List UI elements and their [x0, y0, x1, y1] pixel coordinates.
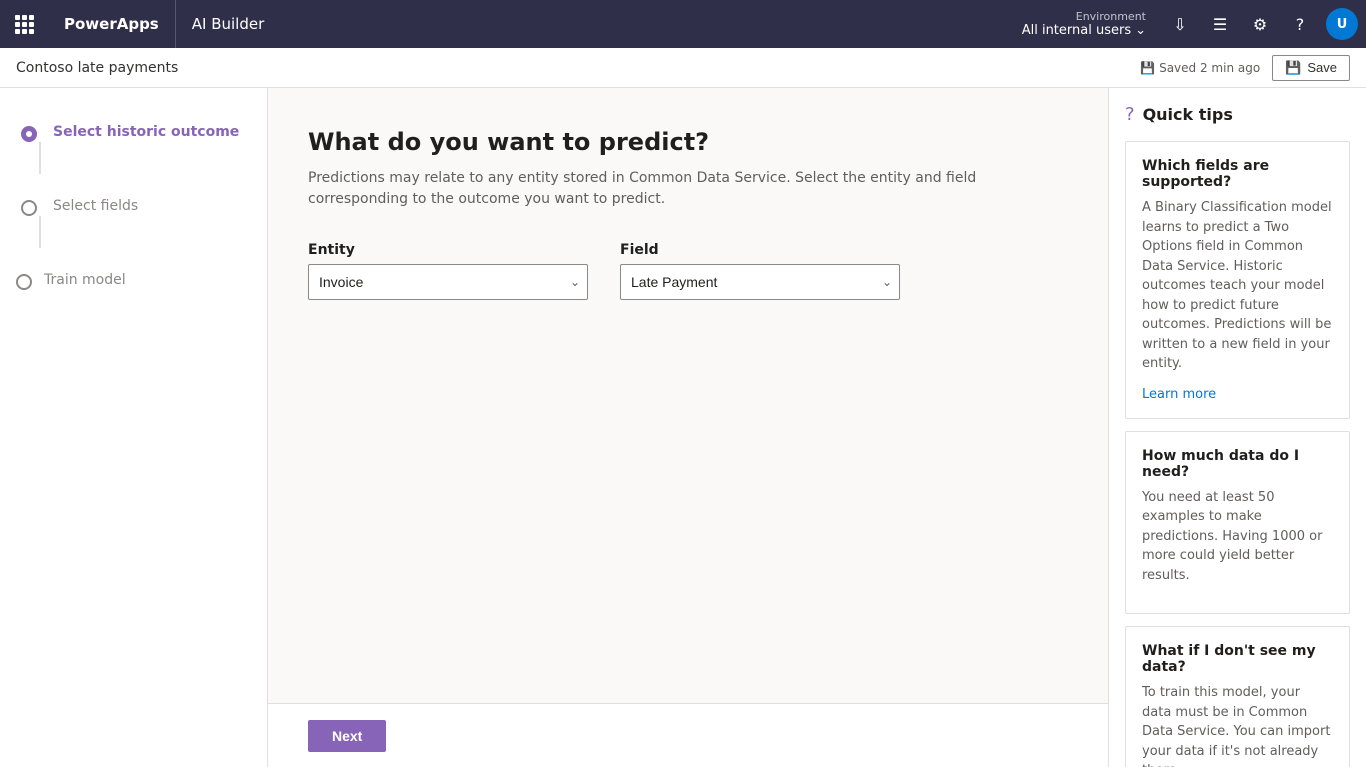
next-button[interactable]: Next — [308, 720, 386, 752]
sidebar-item-select-fields[interactable]: Select fields — [0, 186, 267, 260]
tip-card-0: Which fields are supported? A Binary Cla… — [1125, 141, 1350, 419]
save-icon: 💾 — [1140, 61, 1155, 75]
save-button[interactable]: 💾 Save — [1272, 55, 1350, 81]
footer-bar: Next — [268, 703, 1108, 767]
field-select-wrapper: Late Payment ⌄ — [620, 264, 900, 300]
waffle-button[interactable] — [0, 0, 48, 48]
download-button[interactable]: ⇩ — [1162, 6, 1198, 42]
tip-title-1: How much data do I need? — [1142, 448, 1333, 480]
chevron-down-icon: ⌄ — [1135, 23, 1146, 38]
project-title: Contoso late payments — [16, 60, 1128, 76]
entity-select-wrapper: Invoice ⌄ — [308, 264, 588, 300]
app-bar: Contoso late payments 💾 Saved 2 min ago … — [0, 48, 1366, 88]
step-label-2: Select fields — [53, 198, 138, 214]
page-title: What do you want to predict? — [308, 128, 1068, 156]
top-nav: PowerApps AI Builder Environment All int… — [0, 0, 1366, 48]
tip-card-1: How much data do I need? You need at lea… — [1125, 431, 1350, 615]
learn-more-link-0[interactable]: Learn more — [1142, 387, 1216, 402]
sidebar-item-historic-outcome[interactable]: Select historic outcome — [0, 112, 267, 186]
step-label-1: Select historic outcome — [53, 124, 239, 140]
waffle-icon — [15, 15, 34, 34]
tip-card-2: What if I don't see my data? To train th… — [1125, 626, 1350, 767]
step-indicator-1 — [21, 126, 37, 142]
brand-powerapps[interactable]: PowerApps — [48, 0, 176, 48]
panel-title: Quick tips — [1143, 105, 1233, 124]
panel-header: ? Quick tips — [1125, 104, 1350, 125]
step-indicator-3 — [16, 274, 32, 290]
user-avatar[interactable]: U — [1326, 8, 1358, 40]
topnav-actions: ⇩ ☰ ⚙ ? U — [1154, 6, 1366, 42]
tip-title-0: Which fields are supported? — [1142, 158, 1333, 190]
entity-label: Entity — [308, 242, 588, 258]
field-select[interactable]: Late Payment — [620, 264, 900, 300]
quick-tips-icon: ? — [1125, 104, 1135, 125]
environment-value: All internal users ⌄ — [1022, 23, 1146, 38]
sidebar-item-train-model[interactable]: Train model — [0, 260, 267, 302]
step-connector-1 — [39, 142, 41, 174]
content-area: What do you want to predict? Predictions… — [268, 88, 1108, 767]
entity-field-row: Entity Invoice ⌄ Field Late Payment ⌄ — [308, 242, 1068, 300]
page-description: Predictions may relate to any entity sto… — [308, 168, 1008, 210]
field-label: Field — [620, 242, 900, 258]
environment-label: Environment — [1076, 10, 1146, 23]
content-scroll: What do you want to predict? Predictions… — [268, 88, 1108, 703]
step-label-3: Train model — [44, 272, 126, 288]
environment-selector[interactable]: Environment All internal users ⌄ — [1014, 10, 1154, 38]
saved-status: 💾 Saved 2 min ago — [1140, 61, 1260, 75]
settings-button[interactable]: ⚙ — [1242, 6, 1278, 42]
quick-tips-panel: ? Quick tips Which fields are supported?… — [1108, 88, 1366, 767]
notifications-button[interactable]: ☰ — [1202, 6, 1238, 42]
tip-text-2: To train this model, your data must be i… — [1142, 683, 1333, 767]
sidebar: Select historic outcome Select fields Tr… — [0, 88, 268, 767]
step-indicator-2 — [21, 200, 37, 216]
tip-text-1: You need at least 50 examples to make pr… — [1142, 488, 1333, 586]
entity-field: Entity Invoice ⌄ — [308, 242, 588, 300]
save-icon-btn: 💾 — [1285, 60, 1301, 76]
tip-text-0: A Binary Classification model learns to … — [1142, 198, 1333, 374]
product-name: AI Builder — [176, 15, 281, 33]
tip-title-2: What if I don't see my data? — [1142, 643, 1333, 675]
main-layout: Select historic outcome Select fields Tr… — [0, 88, 1366, 767]
field-field: Field Late Payment ⌄ — [620, 242, 900, 300]
entity-select[interactable]: Invoice — [308, 264, 588, 300]
help-button[interactable]: ? — [1282, 6, 1318, 42]
step-connector-2 — [39, 216, 41, 248]
